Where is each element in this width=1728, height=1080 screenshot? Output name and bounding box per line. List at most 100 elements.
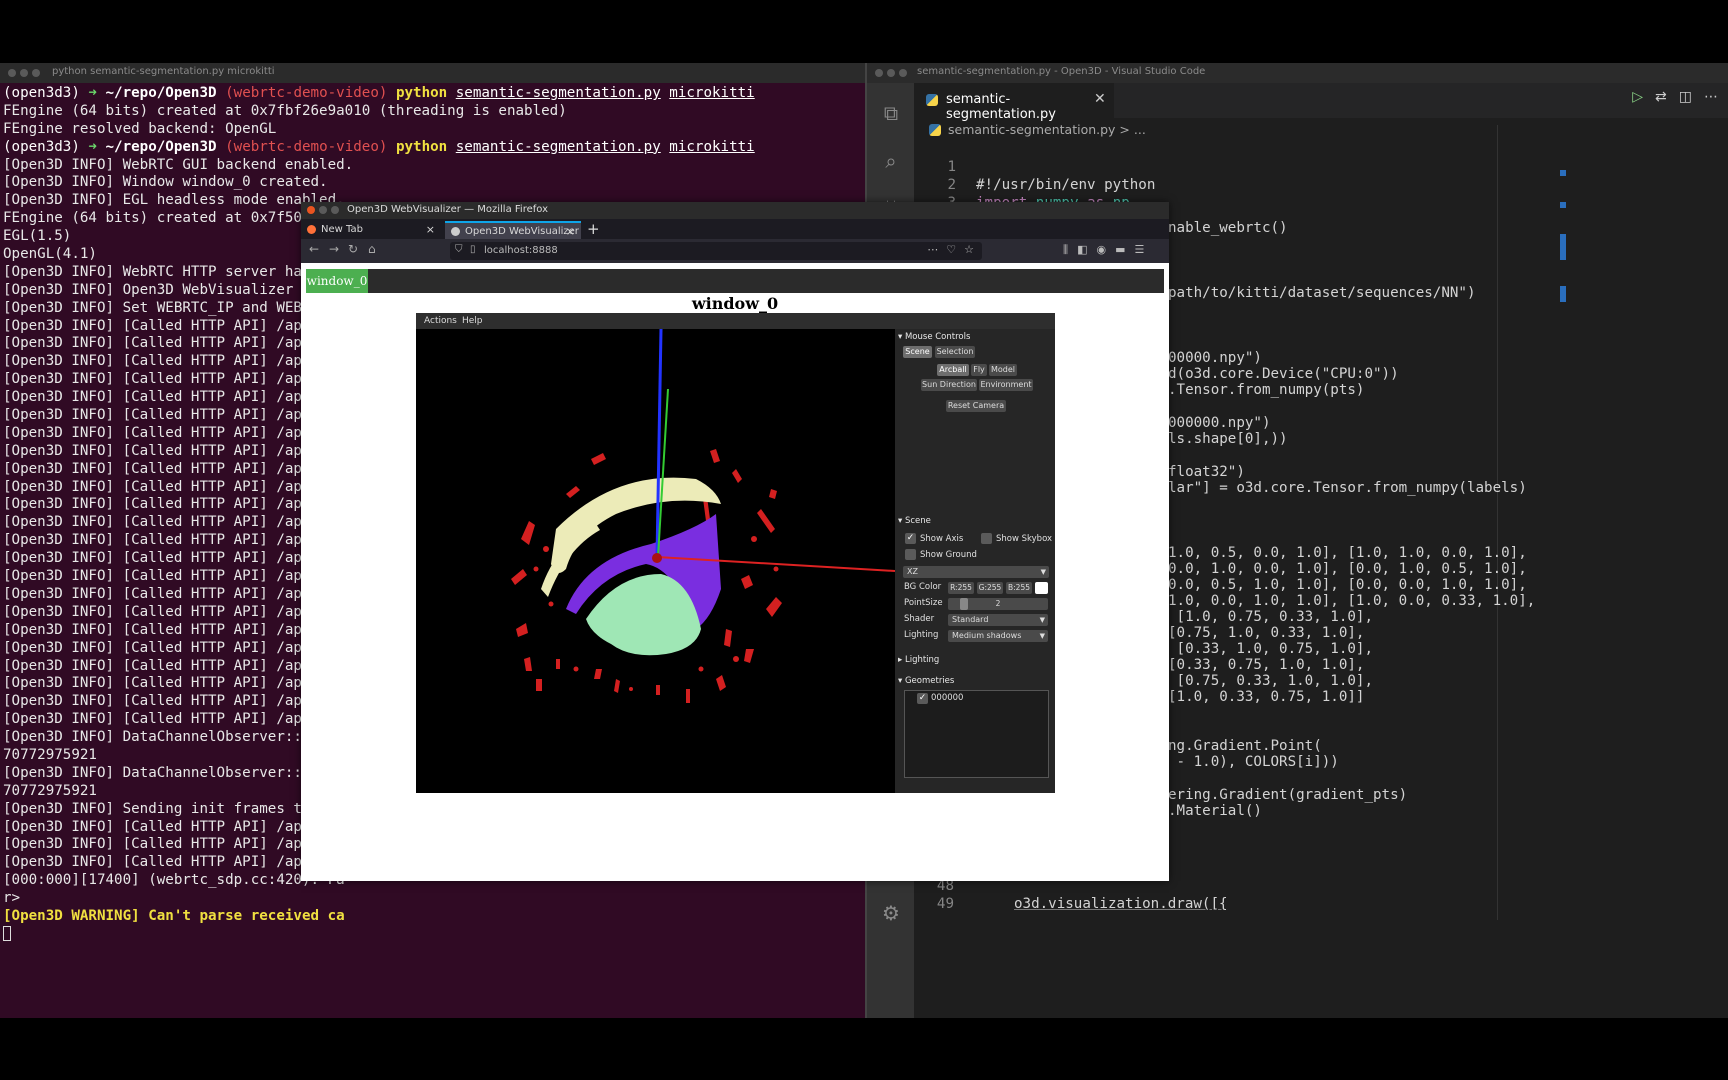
tab-open3d-webvisualizer[interactable]: Open3D WebVisualizer × [445,221,581,239]
url-bar[interactable]: ⛉ ▯ localhost:8888 ⋯ ♡ ☆ [450,242,982,260]
more-icon[interactable]: ⋯ [927,243,938,256]
run-icon[interactable]: ▷ [1632,89,1643,105]
terminal-line: r> [3,890,21,907]
model-button[interactable]: Model [989,364,1017,376]
terminal-line: [Open3D INFO] Window window_0 created. [3,174,328,191]
window-controls[interactable] [875,69,907,77]
line-number: 49 [936,896,954,912]
url-text: localhost:8888 [484,245,558,256]
terminal-prompt-line: (open3d3) ➜ ~/repo/Open3D (webrtc-demo-v… [3,138,755,155]
point-cloud-render [511,329,895,703]
explorer-icon[interactable]: ⧉ [879,101,903,125]
close-icon[interactable]: ✕ [1094,91,1106,107]
scene-button[interactable]: Scene [903,346,932,358]
browser-navbar: ← → ↻ ⌂ ⛉ ▯ localhost:8888 ⋯ ♡ ☆ ⫼ ◧ ◉ ▬… [301,239,1169,263]
window-controls[interactable] [8,69,40,77]
more-icon[interactable]: ⋯ [1704,89,1718,105]
bg-green-field[interactable]: G:255 [977,582,1003,594]
menu-actions[interactable]: Actions [424,316,457,326]
terminal-title: python semantic-segmentation.py microkit… [52,66,275,77]
terminal-line: [Open3D WARNING] Can't parse received ca [3,907,345,924]
show-ground-checkbox[interactable] [905,549,916,560]
geometry-item-label: 000000 [931,693,964,703]
show-ground-label: Show Ground [920,550,977,560]
vscode-title: semantic-segmentation.py - Open3D - Visu… [917,66,1206,77]
code-fragment: ls.shape[0],)) [1168,431,1288,447]
breadcrumb[interactable]: semantic-segmentation.py > ... [914,118,1728,140]
code-line: 3 import open3d as o3d [914,176,1728,229]
fly-button[interactable]: Fly [971,364,987,376]
extensions-icon[interactable]: ▬ [1115,243,1125,257]
code-line: o3d.visualization.draw([{ [1014,896,1228,912]
code-fragment: - 1.0), COLORS[i])) [1168,754,1339,770]
breadcrumb-text: semantic-segmentation.py > ... [948,122,1146,137]
bookmark-star-icon[interactable]: ☆ [964,243,974,256]
shader-select[interactable]: Standard ▼ [948,614,1048,626]
window-controls[interactable] [307,206,339,214]
home-icon[interactable]: ⌂ [368,242,376,256]
terminal-line: FEngine (64 bits) created at 0x7fbf26e9a… [3,102,567,119]
reload-icon[interactable]: ↻ [348,242,358,256]
editor-tab[interactable]: semantic-segmentation.py ✕ [914,83,1114,122]
forward-icon[interactable]: → [329,242,339,256]
settings-panel: ▾ Mouse Controls Scene Selection Arcball… [895,329,1055,793]
menu-help[interactable]: Help [462,316,483,326]
show-skybox-label: Show Skybox [996,534,1053,544]
account-icon[interactable]: ◉ [1096,243,1106,257]
hamburger-menu-icon[interactable]: ☰ [1134,243,1144,257]
python-file-icon [926,94,938,106]
firefox-icon [307,225,316,234]
shield-icon: ⛉ [455,244,463,255]
geometries-header[interactable]: ▾ Geometries [898,676,954,686]
page-info-icon: ▯ [470,244,476,255]
bg-red-field[interactable]: R:255 [948,582,974,594]
search-icon[interactable]: ⌕ [879,149,903,173]
close-icon[interactable]: × [566,225,575,238]
lighting-header[interactable]: ▸ Lighting [898,655,939,665]
geometries-list[interactable]: ✓ 000000 [904,690,1049,778]
pocket-icon[interactable]: ♡ [946,243,956,256]
show-axis-label: Show Axis [920,534,964,544]
firefox-titlebar: Open3D WebVisualizer — Mozilla Firefox [301,202,1169,219]
lighting-label: Lighting [904,630,939,640]
show-skybox-checkbox[interactable] [981,533,992,544]
slider-thumb[interactable] [960,598,968,610]
origin-marker [652,553,662,563]
code-editor-bottom: 48 49 o3d.visualization.draw([{ [865,878,1728,1018]
compare-icon[interactable]: ⇄ [1655,89,1667,105]
split-editor-icon[interactable]: ◫ [1679,89,1692,105]
environment-button[interactable]: Environment [979,379,1033,391]
code-fragment: lar"] = o3d.core.Tensor.from_numpy(label… [1168,480,1527,496]
terminal-cursor [3,926,862,944]
python-file-icon [929,124,941,136]
code-fragment: [1.0, 0.33, 0.75, 1.0]] [1168,689,1365,705]
geometry-checkbox[interactable]: ✓ [917,693,928,704]
lighting-select[interactable]: Medium shadows ▼ [948,630,1048,642]
3d-scene-canvas[interactable] [416,329,895,793]
ground-plane-select[interactable]: XZ ▼ [903,566,1049,578]
back-icon[interactable]: ← [309,242,319,256]
bg-color-swatch[interactable] [1035,582,1048,594]
tab-window-0[interactable]: window_0 [306,269,368,293]
sidebar-icon[interactable]: ◧ [1077,243,1087,257]
library-icon[interactable]: ⫼ [1063,243,1068,257]
mouse-controls-header[interactable]: ▾ Mouse Controls [898,332,970,342]
selection-button[interactable]: Selection [935,346,975,358]
show-axis-checkbox[interactable]: ✓ [905,533,916,544]
open3d-viewer[interactable]: Actions Help ▾ Mouse Controls Scene Sele… [416,313,1055,793]
editor-ruler [1497,125,1498,920]
reset-camera-button[interactable]: Reset Camera [946,400,1006,412]
browser-tabstrip: New Tab × Open3D WebVisualizer × + [301,219,1169,239]
point-size-label: PointSize [904,598,943,608]
code-line: 2 import numpy as np [947,177,1129,211]
close-icon[interactable]: × [426,223,435,236]
bg-blue-field[interactable]: B:255 [1006,582,1032,594]
sun-direction-button[interactable]: Sun Direction [921,379,977,391]
tab-new-tab[interactable]: New Tab × [301,221,441,239]
firefox-window[interactable]: Open3D WebVisualizer — Mozilla Firefox N… [301,202,1169,881]
bg-color-label: BG Color [904,582,942,592]
new-tab-button[interactable]: + [587,220,600,238]
scene-header[interactable]: ▾ Scene [898,516,931,526]
arcball-button[interactable]: Arcball [937,364,969,376]
code-fragment: .Material() [1168,803,1262,819]
